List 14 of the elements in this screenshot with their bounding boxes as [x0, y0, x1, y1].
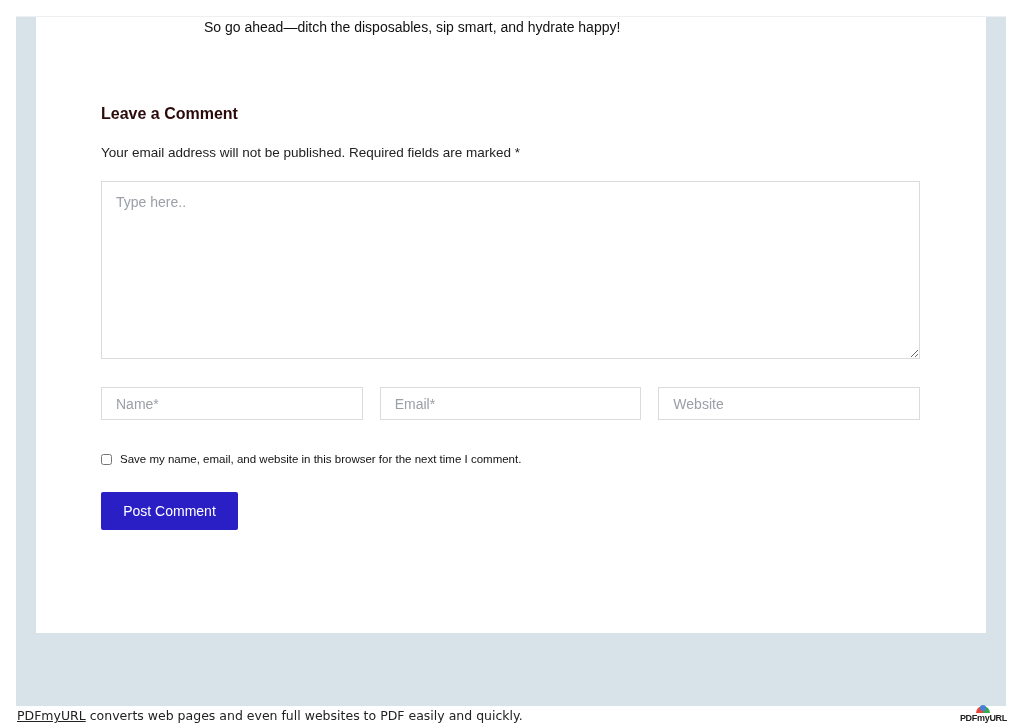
- comment-heading: Leave a Comment: [101, 105, 239, 123]
- pdfmyurl-link[interactable]: PDFmyURL: [17, 708, 86, 723]
- comment-field[interactable]: Type here..: [101, 181, 920, 359]
- input-field[interactable]: Name*: [101, 387, 363, 420]
- checkbox-label: Save my name, email, and website in this browser for the next time I comment.: [120, 453, 522, 465]
- paragraph: So go ahead—ditch the disposables, sip smart, and hydrate happy!: [203, 18, 622, 35]
- logo-icon: [974, 703, 993, 713]
- input-field[interactable]: Website: [658, 387, 920, 420]
- post-comment-button[interactable]: Post Comment: [101, 492, 238, 530]
- logo-text: PDFmyURL: [959, 713, 1007, 723]
- footer-text: converts web pages and even full websites to PDF easily and quickly.: [89, 708, 523, 723]
- form-note: Your email address will not be published. Required fields are marked *: [101, 145, 521, 160]
- input-field[interactable]: Email*: [379, 387, 642, 420]
- save-checkbox[interactable]: [101, 453, 112, 465]
